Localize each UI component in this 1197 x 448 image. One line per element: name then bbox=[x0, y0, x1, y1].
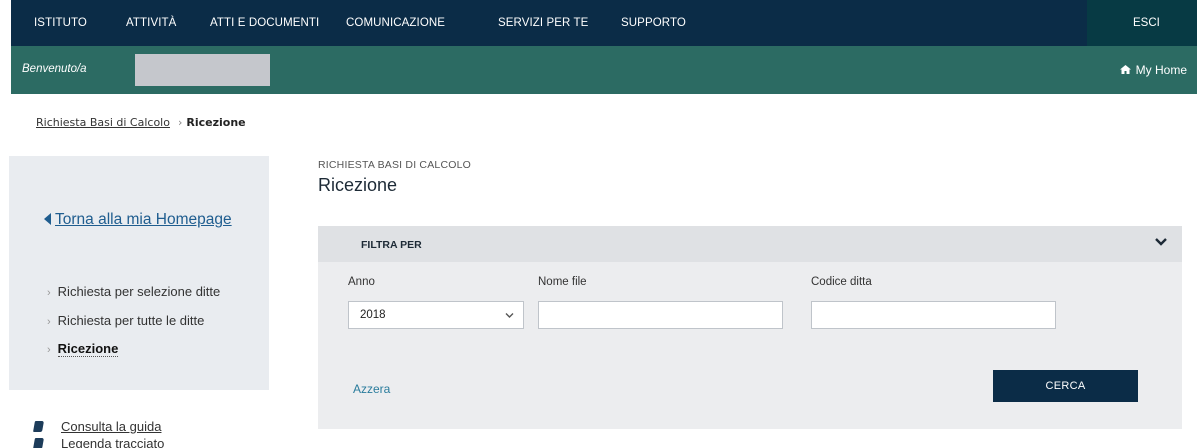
breadcrumb: Richiesta Basi di Calcolo › Ricezione bbox=[36, 116, 246, 129]
chevron-right-icon: › bbox=[47, 287, 51, 299]
chevron-right-icon: › bbox=[47, 316, 51, 328]
book-icon bbox=[33, 421, 44, 432]
nome-file-input[interactable] bbox=[538, 301, 783, 329]
anno-selected-value: 2018 bbox=[360, 309, 386, 321]
sidebar-item-ricezione[interactable]: › Ricezione bbox=[47, 341, 119, 357]
search-button[interactable]: CERCA bbox=[993, 370, 1138, 402]
welcome-bar: Benvenuto/a My Home bbox=[11, 46, 1197, 94]
codice-ditta-label: Codice ditta bbox=[811, 276, 872, 288]
guide-label: Consulta la guida bbox=[61, 419, 162, 434]
nav-item-comunicazione[interactable]: COMUNICAZIONE bbox=[346, 17, 445, 29]
chevron-right-icon: › bbox=[47, 344, 51, 356]
back-link-label: Torna alla mia Homepage bbox=[55, 211, 232, 228]
codice-ditta-input[interactable] bbox=[811, 301, 1056, 329]
sidebar-item-label: Ricezione bbox=[57, 341, 119, 357]
logout-button[interactable]: ESCI bbox=[1087, 0, 1197, 46]
page-title: Ricezione bbox=[318, 175, 398, 195]
chevron-down-icon[interactable] bbox=[1154, 235, 1168, 249]
top-navigation: ISTITUTO ATTIVITÀ ATTI E DOCUMENTI COMUN… bbox=[0, 0, 1197, 46]
logout-label: ESCI bbox=[1133, 17, 1160, 29]
breadcrumb-current: Ricezione bbox=[186, 116, 246, 129]
welcome-label: Benvenuto/a bbox=[22, 63, 87, 75]
my-home-label: My Home bbox=[1135, 63, 1187, 77]
anno-label: Anno bbox=[348, 276, 375, 288]
nome-file-label: Nome file bbox=[538, 276, 587, 288]
sidebar: Torna alla mia Homepage › Richiesta per s… bbox=[9, 156, 269, 390]
breadcrumb-parent-link[interactable]: Richiesta Basi di Calcolo bbox=[36, 116, 170, 129]
breadcrumb-separator: › bbox=[177, 116, 183, 129]
home-icon bbox=[1119, 65, 1131, 74]
nav-item-atti-e-documenti[interactable]: ATTI E DOCUMENTI bbox=[210, 17, 319, 29]
filter-title: FILTRA PER bbox=[361, 239, 422, 251]
my-home-link[interactable]: My Home bbox=[1119, 63, 1187, 77]
nav-item-servizi-per-te[interactable]: SERVIZI PER TE bbox=[498, 17, 588, 29]
nav-item-supporto[interactable]: SUPPORTO bbox=[621, 17, 686, 29]
legend-link[interactable]: Legenda tracciato bbox=[33, 436, 165, 448]
back-to-homepage-link[interactable]: Torna alla mia Homepage bbox=[44, 211, 232, 229]
reset-link[interactable]: Azzera bbox=[353, 382, 390, 396]
book-icon bbox=[33, 438, 44, 448]
back-triangle-icon bbox=[44, 213, 51, 225]
sidebar-item-richiesta-selezione[interactable]: › Richiesta per selezione ditte bbox=[47, 284, 220, 299]
sidebar-item-richiesta-tutte[interactable]: › Richiesta per tutte le ditte bbox=[47, 313, 204, 328]
nav-item-attivita[interactable]: ATTIVITÀ bbox=[126, 17, 176, 29]
nav-item-istituto[interactable]: ISTITUTO bbox=[34, 17, 87, 29]
page-subtitle: RICHIESTA BASI DI CALCOLO bbox=[318, 159, 472, 171]
sidebar-item-label: Richiesta per selezione ditte bbox=[57, 284, 221, 299]
top-navigation-bar bbox=[11, 0, 1197, 46]
filter-header[interactable]: FILTRA PER bbox=[318, 226, 1182, 262]
redacted-username bbox=[135, 54, 270, 86]
legend-label: Legenda tracciato bbox=[61, 436, 165, 448]
chevron-down-icon bbox=[505, 313, 514, 318]
anno-select[interactable]: 2018 bbox=[348, 301, 524, 329]
guide-link[interactable]: Consulta la guida bbox=[33, 419, 162, 434]
sidebar-item-label: Richiesta per tutte le ditte bbox=[57, 313, 205, 328]
